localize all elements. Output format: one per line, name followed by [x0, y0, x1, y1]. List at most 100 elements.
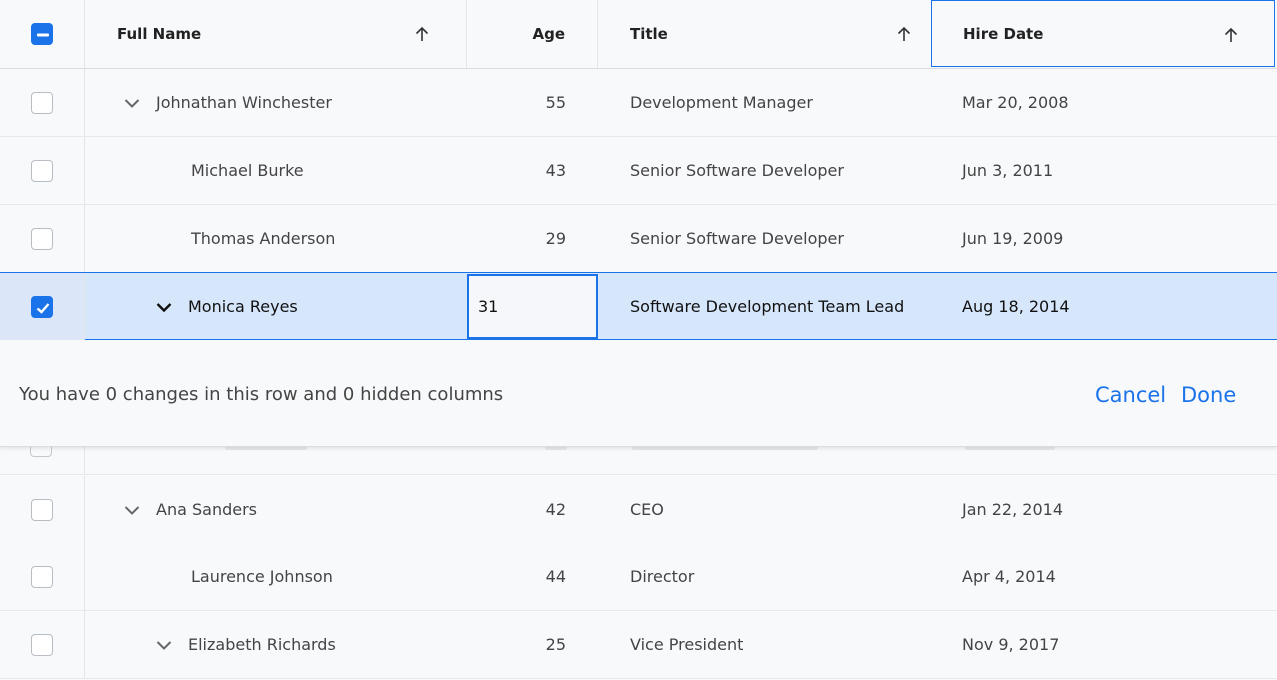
text-fragment	[632, 447, 818, 450]
hire-date-text: Jan 22, 2014	[962, 500, 1063, 519]
hire-date-cell[interactable]: Aug 18, 2014	[931, 273, 1277, 340]
name-text: Laurence Johnson	[191, 567, 333, 586]
cancel-button[interactable]: Cancel	[1095, 383, 1166, 407]
title-text: Vice President	[630, 635, 744, 654]
age-cell[interactable]: 42	[467, 476, 598, 543]
done-button[interactable]: Done	[1181, 383, 1236, 407]
hire-date-cell[interactable]: Nov 9, 2017	[931, 611, 1277, 678]
hire-date-text: Mar 20, 2008	[962, 93, 1069, 112]
table-row[interactable]: Thomas Anderson 29 Senior Software Devel…	[0, 205, 1277, 273]
text-fragment	[225, 447, 307, 450]
name-text: Ana Sanders	[156, 500, 257, 519]
table-row[interactable]: Elizabeth Richards 25 Vice President Nov…	[0, 611, 1277, 679]
row-checkbox[interactable]	[31, 91, 53, 114]
hire-date-cell[interactable]: Jan 22, 2014	[931, 476, 1277, 543]
row-checkbox[interactable]	[31, 498, 53, 521]
age-cell[interactable]: 29	[467, 205, 598, 272]
indeterminate-icon	[37, 33, 49, 37]
age-cell[interactable]: 25	[467, 611, 598, 678]
column-header-age[interactable]: Age	[467, 0, 598, 68]
row-checkbox[interactable]	[31, 565, 53, 588]
row-checkbox-checked[interactable]	[31, 295, 53, 318]
name-cell[interactable]: Thomas Anderson	[85, 205, 467, 272]
title-text: CEO	[630, 500, 664, 519]
title-cell[interactable]: Vice President	[598, 611, 931, 678]
title-cell[interactable]: Director	[598, 543, 931, 610]
hire-date-cell[interactable]: Apr 4, 2014	[931, 543, 1277, 610]
row-edit-message: You have 0 changes in this row and 0 hid…	[19, 384, 504, 405]
hire-date-cell[interactable]: Mar 20, 2008	[931, 69, 1277, 136]
age-text: 29	[545, 229, 566, 248]
hire-date-cell[interactable]: Jun 19, 2009	[931, 205, 1277, 272]
age-text: 55	[545, 93, 566, 112]
hire-date-text: Jun 3, 2011	[962, 161, 1054, 180]
row-checkbox[interactable]	[31, 633, 53, 656]
name-cell[interactable]: Johnathan Winchester	[85, 69, 467, 136]
age-cell[interactable]: 55	[467, 69, 598, 136]
hire-date-text: Apr 4, 2014	[962, 567, 1056, 586]
age-text: 44	[545, 567, 566, 586]
table-row[interactable]: Ana Sanders 42 CEO Jan 22, 2014	[0, 476, 1277, 544]
column-label: Title	[630, 25, 668, 43]
age-cell[interactable]: 44	[467, 543, 598, 610]
row-checkbox[interactable]	[31, 227, 53, 250]
age-text: 25	[545, 635, 566, 654]
column-header-full-name[interactable]: Full Name	[85, 0, 467, 68]
tree-grid: Full Name Age Title Hire Date Johnathan …	[0, 0, 1277, 680]
chevron-down-icon[interactable]	[122, 93, 142, 113]
hidden-row-fragment	[0, 447, 1277, 475]
hire-date-cell[interactable]: Jun 3, 2011	[931, 137, 1277, 204]
arrow-up-icon[interactable]	[412, 24, 432, 44]
name-cell[interactable]: Ana Sanders	[85, 476, 467, 543]
column-header-hire-date[interactable]: Hire Date	[931, 0, 1275, 67]
select-all-cell[interactable]	[0, 0, 85, 68]
table-row[interactable]: Michael Burke 43 Senior Software Develop…	[0, 137, 1277, 205]
chevron-down-icon[interactable]	[122, 500, 142, 520]
column-label: Age	[532, 25, 565, 43]
title-cell[interactable]: CEO	[598, 476, 931, 543]
table-row[interactable]: Laurence Johnson 44 Director Apr 4, 2014	[0, 543, 1277, 611]
arrow-up-icon[interactable]	[1221, 25, 1241, 45]
column-header-title[interactable]: Title	[598, 0, 931, 68]
title-cell[interactable]: Software Development Team Lead	[598, 273, 931, 340]
age-text: 43	[545, 161, 566, 180]
title-cell[interactable]: Development Manager	[598, 69, 931, 136]
row-select-cell[interactable]	[0, 205, 85, 272]
hire-date-text: Jun 19, 2009	[962, 229, 1064, 248]
title-cell[interactable]: Senior Software Developer	[598, 137, 931, 204]
row-select-cell[interactable]	[0, 543, 85, 610]
chevron-down-icon[interactable]	[154, 635, 174, 655]
name-cell[interactable]: Monica Reyes	[85, 273, 467, 340]
checkmark-icon	[36, 302, 50, 314]
hire-date-text: Nov 9, 2017	[962, 635, 1060, 654]
text-fragment	[545, 447, 567, 450]
row-checkbox[interactable]	[31, 159, 53, 182]
row-checkbox	[30, 447, 52, 457]
age-edit-input[interactable]: 31	[467, 274, 598, 339]
arrow-up-icon[interactable]	[894, 24, 914, 44]
column-label: Full Name	[117, 25, 202, 43]
row-select-cell[interactable]	[0, 476, 85, 543]
table-row[interactable]: Johnathan Winchester 55 Development Mana…	[0, 69, 1277, 137]
title-text: Senior Software Developer	[630, 161, 844, 180]
age-cell[interactable]: 43	[467, 137, 598, 204]
row-select-cell[interactable]	[0, 137, 85, 204]
name-text: Johnathan Winchester	[156, 93, 332, 112]
name-cell[interactable]: Elizabeth Richards	[85, 611, 467, 678]
hire-date-text: Aug 18, 2014	[962, 297, 1070, 316]
name-cell[interactable]: Laurence Johnson	[85, 543, 467, 610]
chevron-down-icon[interactable]	[154, 297, 174, 317]
name-text: Michael Burke	[191, 161, 304, 180]
table-row-selected[interactable]: Monica Reyes 31 Software Development Tea…	[0, 272, 1277, 340]
name-cell[interactable]: Michael Burke	[85, 137, 467, 204]
row-select-cell[interactable]	[0, 69, 85, 136]
row-select-cell[interactable]	[0, 273, 85, 340]
row-select-cell[interactable]	[0, 611, 85, 678]
text-fragment	[965, 447, 1055, 450]
name-text: Thomas Anderson	[191, 229, 336, 248]
select-all-checkbox[interactable]	[31, 23, 53, 45]
name-text: Monica Reyes	[188, 297, 298, 316]
age-text: 42	[545, 500, 566, 519]
name-text: Elizabeth Richards	[188, 635, 336, 654]
title-cell[interactable]: Senior Software Developer	[598, 205, 931, 272]
